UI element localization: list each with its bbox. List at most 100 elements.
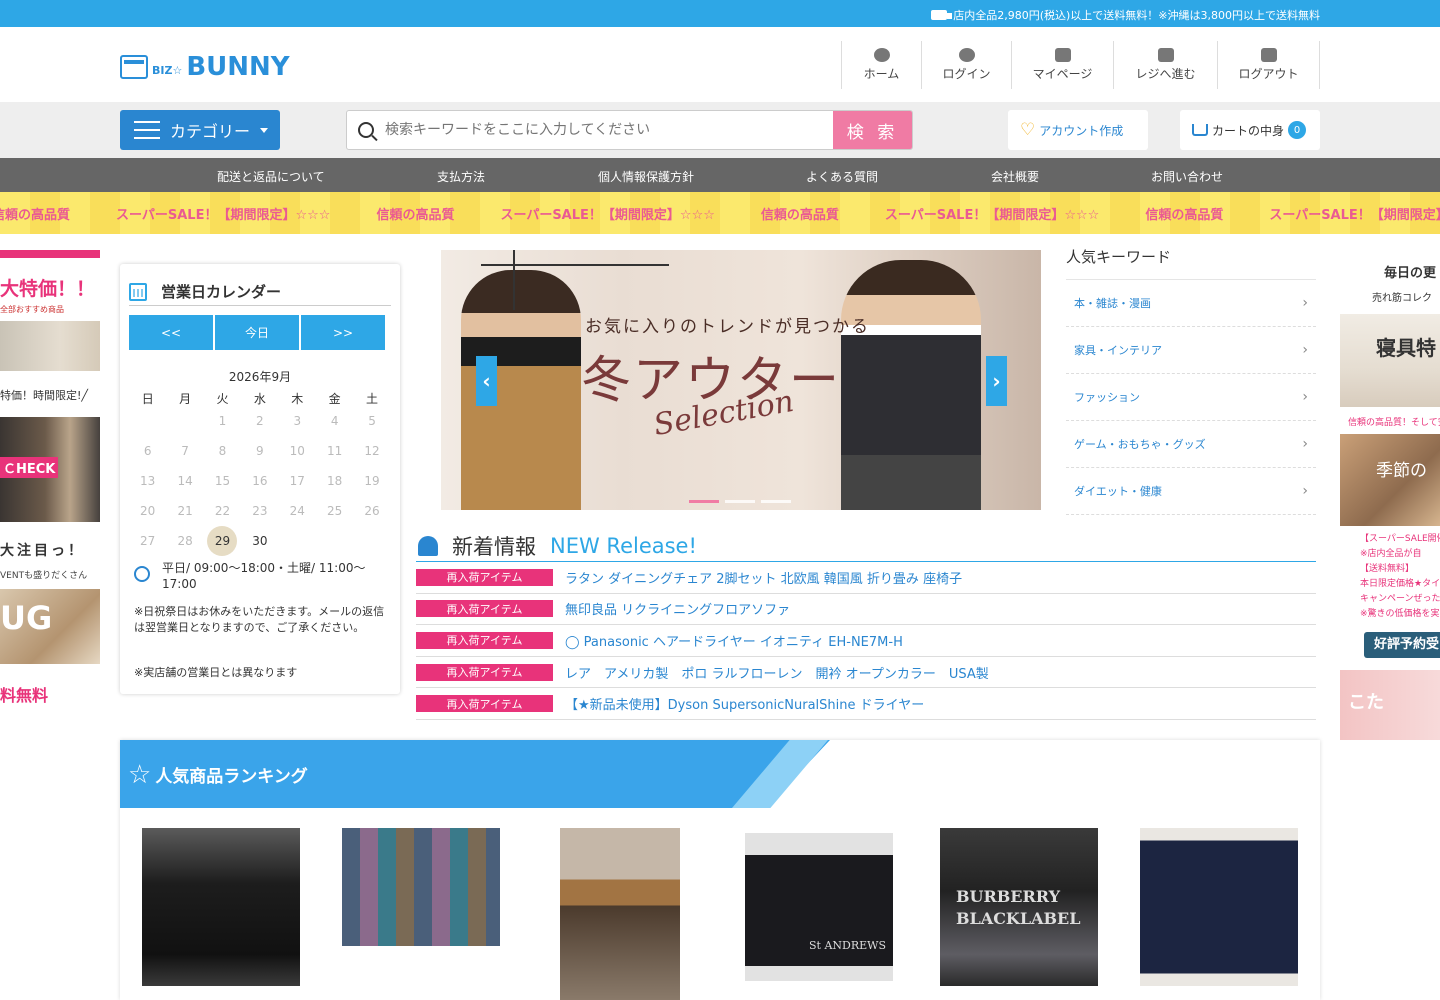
hero-slider[interactable]: お気に入りのトレンドが見つかる 冬アウター Selection ‹ ›: [441, 250, 1041, 510]
news-item[interactable]: 再入荷アイテム 【★新品未使用】Dyson SupersonicNuralShin…: [416, 688, 1316, 720]
keyword-item[interactable]: 本・雑誌・漫画 ›: [1066, 280, 1316, 327]
heart-icon: ♡: [1020, 120, 1036, 140]
slider-prev-button[interactable]: ‹: [476, 356, 497, 406]
calendar-day: 20: [140, 504, 156, 518]
calendar-empty: [129, 410, 166, 440]
id-card-icon: [1054, 48, 1071, 62]
keyword-item[interactable]: ダイエット・健康 ›: [1066, 468, 1316, 515]
calendar-day: 2: [256, 414, 264, 428]
gnav-privacy[interactable]: 個人情報保護方針: [598, 168, 694, 185]
logo-prefix: BIZ☆: [152, 63, 183, 77]
right-banner-caption: 売れ筋コレク: [1372, 293, 1432, 304]
calendar-day: 29: [207, 526, 238, 556]
slider-dot[interactable]: [689, 500, 719, 503]
calendar-day: 3: [293, 414, 302, 428]
calendar-day: 23: [252, 504, 268, 518]
nav-checkout-label: レジへ進む: [1135, 67, 1196, 81]
news-tag: 再入荷アイテム: [416, 695, 553, 713]
reservation-button[interactable]: 好評予約受: [1364, 632, 1440, 658]
news-link[interactable]: 【★新品未使用】Dyson SupersonicNuralShine ドライヤー: [565, 694, 924, 713]
left-banner-caption: 料無料: [0, 686, 49, 705]
product-image-chair[interactable]: [560, 828, 680, 1000]
left-banner-headline: 大特価！！: [0, 278, 96, 300]
logout-icon: [1260, 48, 1277, 62]
bags-image: [0, 321, 100, 371]
gnav-contact[interactable]: お問い合わせ: [1151, 168, 1223, 185]
nav-home[interactable]: ホーム: [842, 41, 922, 89]
keyword-item[interactable]: ファッション ›: [1066, 374, 1316, 421]
gnav-faq[interactable]: よくある質問: [806, 168, 878, 185]
ranking-title: 人気商品ランキング: [155, 767, 308, 787]
slider-dot[interactable]: [761, 500, 791, 503]
season-fair-image: 季節の: [1340, 434, 1440, 526]
create-account-button[interactable]: ♡ アカウント作成: [1008, 110, 1148, 150]
calendar-day: 21: [177, 504, 193, 518]
cart-button[interactable]: カートの中身 0: [1180, 110, 1320, 150]
caret-down-icon: [260, 127, 269, 133]
gnav-company[interactable]: 会社概要: [991, 168, 1039, 185]
news-link[interactable]: 無印良品 リクライニングフロアソファ: [565, 599, 790, 618]
product-image-tshirt[interactable]: [1140, 828, 1298, 986]
slider-next-button[interactable]: ›: [986, 356, 1007, 406]
register-icon: [1157, 48, 1174, 62]
product-image-jacket[interactable]: BURBERRY BLACKLABEL: [940, 828, 1098, 986]
chevron-right-icon: ›: [1302, 483, 1308, 499]
ticker-text: スーパーSALE！【期間限定】☆☆☆: [116, 208, 331, 223]
calendar-grid: 日月火水木金土 1 2 3 4 5 6 7 8 9 10 11 12 13 14 15 16 17 18 19 20 21…: [129, 388, 391, 560]
nav-login[interactable]: ログイン: [922, 41, 1012, 89]
calendar-next-button[interactable]: >>: [301, 315, 385, 350]
left-side-banner[interactable]: 大特価！！ 全部おすすめ商品 特価！時間限定!╱ ＣHECK 大注目っ！ VEN…: [0, 250, 100, 740]
gnav-shipping[interactable]: 配送と返品について: [217, 168, 325, 185]
calendar-icon: [129, 282, 147, 301]
category-button[interactable]: カテゴリー: [120, 110, 280, 150]
keyword-label: 本・雑誌・漫画: [1074, 297, 1151, 310]
left-banner-caption: 全部おすすめ商品: [0, 305, 64, 314]
weekday-label: 日: [141, 392, 154, 406]
bedding-image: 寝具特: [1340, 314, 1440, 407]
model-image: [841, 260, 981, 510]
calendar-day: 19: [364, 474, 380, 488]
search-button[interactable]: 検 索: [833, 111, 912, 149]
nav-logout[interactable]: ログアウト: [1218, 41, 1320, 89]
product-image-vest[interactable]: [142, 828, 300, 986]
calendar-empty: [166, 410, 203, 440]
news-link[interactable]: ラタン ダイニングチェア 2脚セット 北欧風 韓国風 折り畳み 座椅子: [565, 568, 962, 587]
business-calendar: 営業日カレンダー << 今日 >> 2026年9月 日月火水木金土1234567…: [120, 264, 400, 694]
kotatsu-label: こた: [1348, 692, 1384, 713]
nav-checkout[interactable]: レジへ進む: [1114, 41, 1218, 89]
rug-image: UG: [0, 589, 100, 664]
keyword-item[interactable]: ゲーム・おもちゃ・グッズ ›: [1066, 421, 1316, 468]
search-input[interactable]: [385, 111, 833, 149]
news-item[interactable]: 再入荷アイテム レア アメリカ製 ポロ ラルフローレン 開衿 オープンカラー US…: [416, 657, 1316, 689]
news-item[interactable]: 再入荷アイテム 無印良品 リクライニングフロアソファ: [416, 594, 1316, 626]
calendar-day: 13: [140, 474, 156, 488]
news-link[interactable]: レア アメリカ製 ポロ ラルフローレン 開衿 オープンカラー USA製: [565, 663, 989, 682]
news-link[interactable]: ◯ Panasonic ヘアードライヤー イオニティ EH-NE7M-H: [565, 631, 903, 650]
calendar-prev-button[interactable]: <<: [129, 315, 213, 350]
product-image-cards[interactable]: [342, 828, 500, 946]
left-banner-headline: 大注目っ！: [0, 543, 85, 559]
calendar-empty: [279, 530, 316, 560]
sale-ticker[interactable]: 信頼の高品質 スーパーSALE！【期間限定】☆☆☆ 信頼の高品質 スーパーSAL…: [0, 192, 1440, 234]
calendar-day: 28: [177, 534, 193, 548]
right-banner-headline: 毎日の更: [1384, 266, 1437, 281]
news-item[interactable]: 再入荷アイテム ラタン ダイニングチェア 2脚セット 北欧風 韓国風 折り畳み 座…: [416, 562, 1316, 594]
calendar-empty: [316, 530, 353, 560]
slider-dot[interactable]: [725, 500, 755, 503]
site-logo[interactable]: BIZ☆ BUNNY: [120, 52, 290, 82]
news-tag: 再入荷アイテム: [416, 568, 553, 586]
nav-mypage[interactable]: マイページ: [1012, 41, 1114, 89]
ticker-text: 信頼の高品質: [1145, 208, 1224, 223]
weekday-label: 金: [328, 392, 341, 406]
right-banner-list-item: ※驚きの低価格を実: [1360, 609, 1440, 619]
user-icon: [958, 48, 975, 62]
nav-logout-label: ログアウト: [1238, 67, 1299, 81]
gnav-payment[interactable]: 支払方法: [437, 168, 485, 185]
news-item[interactable]: 再入荷アイテム ◯ Panasonic ヘアードライヤー イオニティ EH-NE7…: [416, 625, 1316, 657]
keyword-item[interactable]: 家具・インテリア ›: [1066, 327, 1316, 374]
calendar-today-button[interactable]: 今日: [215, 315, 299, 350]
calendar-day: 27: [140, 534, 156, 548]
product-image-skirt[interactable]: St ANDREWS: [745, 833, 893, 981]
calendar-day: 18: [327, 474, 343, 488]
right-side-banner[interactable]: 毎日の更 売れ筋コレク 寝具特 信頼の高品質！そして安 季節の 【スーパーSAL…: [1340, 250, 1440, 740]
